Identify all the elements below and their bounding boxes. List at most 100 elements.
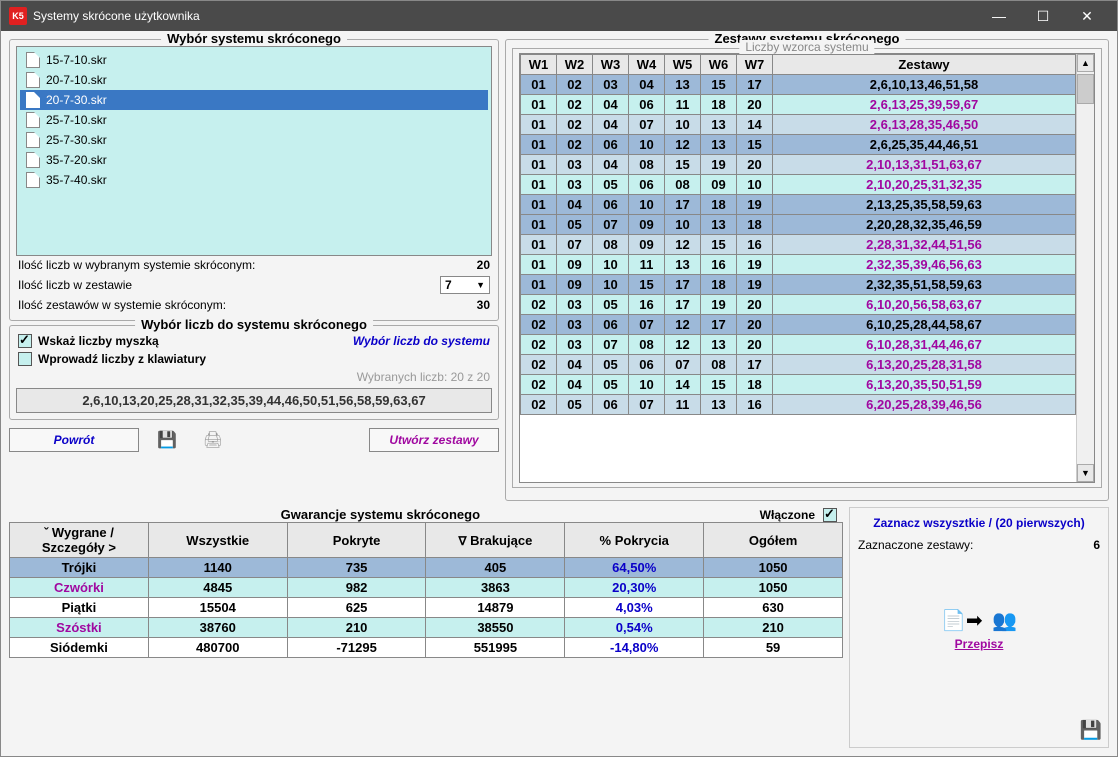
table-row[interactable]: 010203041315172,6,10,13,46,51,58	[521, 75, 1076, 95]
sets-header[interactable]: W2	[557, 55, 593, 75]
w-cell: 18	[737, 215, 773, 235]
count-per-set-select[interactable]: 7▼	[440, 276, 490, 294]
table-row[interactable]: 010708091215162,28,31,32,44,51,56	[521, 235, 1076, 255]
count-per-set-label: Ilość liczb w zestawie	[18, 278, 440, 292]
sets-header[interactable]: W6	[701, 55, 737, 75]
set-cell: 2,20,28,32,35,46,59	[773, 215, 1076, 235]
w-cell: 13	[701, 215, 737, 235]
rewrite-link[interactable]: Przepisz	[856, 637, 1102, 651]
guarantees-table[interactable]: ˇ Wygrane / Szczegóły >WszystkiePokryte∇…	[9, 522, 843, 658]
table-row[interactable]: 020305161719206,10,20,56,58,63,67	[521, 295, 1076, 315]
table-row[interactable]: 010406101718192,13,25,35,58,59,63	[521, 195, 1076, 215]
sets-header[interactable]: W4	[629, 55, 665, 75]
maximize-button[interactable]: ☐	[1021, 1, 1065, 31]
scroll-down-button[interactable]: ▼	[1077, 464, 1094, 482]
guar-value: 480700	[148, 638, 287, 658]
table-row[interactable]: 010206101213152,6,25,35,44,46,51	[521, 135, 1076, 155]
file-item[interactable]: 15-7-10.skr	[20, 50, 488, 70]
w-cell: 01	[521, 135, 557, 155]
w-cell: 17	[701, 315, 737, 335]
close-button[interactable]: ✕	[1065, 1, 1109, 31]
w-cell: 18	[701, 275, 737, 295]
w-cell: 17	[665, 295, 701, 315]
w-cell: 10	[629, 375, 665, 395]
guar-header[interactable]: Ogółem	[704, 523, 843, 558]
w-cell: 20	[737, 315, 773, 335]
save-icon[interactable]: 💾	[149, 430, 185, 450]
guar-header[interactable]: ∇ Brakujące	[426, 523, 565, 558]
w-cell: 06	[629, 355, 665, 375]
table-row[interactable]: 010910111316192,32,35,39,46,56,63	[521, 255, 1076, 275]
filter-icon[interactable]: ∇	[459, 534, 467, 548]
sets-table[interactable]: W1W2W3W4W5W6W7Zestawy010203041315172,6,1…	[520, 54, 1076, 415]
table-row[interactable]: 020306071217206,10,25,28,44,58,67	[521, 315, 1076, 335]
table-row[interactable]: Piątki15504625148794,03%630	[10, 598, 843, 618]
sets-header[interactable]: Zestawy	[773, 55, 1076, 75]
pick-numbers-link[interactable]: Wybór liczb do systemu	[353, 334, 490, 348]
table-row[interactable]: Czwórki4845982386320,30%1050	[10, 578, 843, 598]
table-row[interactable]: Trójki114073540564,50%1050	[10, 558, 843, 578]
back-button[interactable]: Powrót	[9, 428, 139, 452]
system-select-legend: Wybór systemu skróconego	[161, 31, 347, 46]
table-row[interactable]: 010910151718192,32,35,51,58,59,63	[521, 275, 1076, 295]
file-item[interactable]: 35-7-40.skr	[20, 170, 488, 190]
sets-header[interactable]: W3	[593, 55, 629, 75]
guar-header[interactable]: % Pokrycia	[565, 523, 704, 558]
set-cell: 6,13,20,35,50,51,59	[773, 375, 1076, 395]
w-cell: 18	[701, 95, 737, 115]
guar-name: Czwórki	[10, 578, 149, 598]
set-cell: 2,6,25,35,44,46,51	[773, 135, 1076, 155]
w-cell: 04	[593, 115, 629, 135]
guar-value: 15504	[148, 598, 287, 618]
table-row[interactable]: 010507091013182,20,28,32,35,46,59	[521, 215, 1076, 235]
table-row[interactable]: 010304081519202,10,13,31,51,63,67	[521, 155, 1076, 175]
mark-all-link[interactable]: Zaznacz wszysztkie / (20 pierwszych)	[856, 514, 1102, 532]
set-cell: 2,32,35,39,46,56,63	[773, 255, 1076, 275]
w-cell: 01	[521, 235, 557, 255]
keyboard-pick-checkbox[interactable]	[18, 352, 32, 366]
file-item[interactable]: 25-7-30.skr	[20, 130, 488, 150]
w-cell: 10	[629, 135, 665, 155]
w-cell: 19	[737, 195, 773, 215]
table-row[interactable]: Szóstki38760210385500,54%210	[10, 618, 843, 638]
w-cell: 15	[665, 155, 701, 175]
export-icon[interactable]: 📄➡	[941, 610, 983, 632]
table-row[interactable]: 020405101415186,13,20,35,50,51,59	[521, 375, 1076, 395]
table-row[interactable]: Siódemki480700-71295551995-14,80%59	[10, 638, 843, 658]
w-cell: 02	[557, 135, 593, 155]
minimize-button[interactable]: —	[977, 1, 1021, 31]
file-item[interactable]: 20-7-10.skr	[20, 70, 488, 90]
file-item[interactable]: 35-7-20.skr	[20, 150, 488, 170]
scroll-up-button[interactable]: ▲	[1077, 54, 1094, 72]
w-cell: 19	[737, 275, 773, 295]
file-item[interactable]: 20-7-30.skr	[20, 90, 488, 110]
create-sets-button[interactable]: Utwórz zestawy	[369, 428, 499, 452]
table-row[interactable]: 010204061118202,6,13,25,39,59,67	[521, 95, 1076, 115]
guar-header[interactable]: Wszystkie	[148, 523, 287, 558]
pattern-subpanel: Liczby wzorca systemu W1W2W3W4W5W6W7Zest…	[512, 48, 1102, 488]
sets-header[interactable]: W5	[665, 55, 701, 75]
w-cell: 04	[557, 195, 593, 215]
users-icon[interactable]: 👥	[992, 610, 1017, 632]
enabled-checkbox[interactable]	[823, 508, 837, 522]
guar-value: 210	[704, 618, 843, 638]
sets-header[interactable]: W1	[521, 55, 557, 75]
print-icon[interactable]: 🖨	[195, 430, 231, 450]
table-row[interactable]: 010305060809102,10,20,25,31,32,35	[521, 175, 1076, 195]
guar-header[interactable]: Pokryte	[287, 523, 426, 558]
w-cell: 05	[557, 215, 593, 235]
guar-header[interactable]: ˇ Wygrane / Szczegóły >	[10, 523, 149, 558]
file-list[interactable]: 15-7-10.skr20-7-10.skr20-7-30.skr 25-7-10…	[16, 46, 492, 256]
sets-scrollbar[interactable]: ▲ ▼	[1076, 54, 1094, 482]
file-item[interactable]: 25-7-10.skr	[20, 110, 488, 130]
table-row[interactable]: 020307081213206,10,28,31,44,46,67	[521, 335, 1076, 355]
scroll-thumb[interactable]	[1077, 74, 1094, 104]
table-row[interactable]: 010204071013142,6,13,28,35,46,50	[521, 115, 1076, 135]
number-select-legend: Wybór liczb do systemu skróconego	[135, 317, 373, 332]
w-cell: 19	[701, 155, 737, 175]
file-name: 25-7-10.skr	[46, 113, 107, 127]
table-row[interactable]: 020405060708176,13,20,25,28,31,58	[521, 355, 1076, 375]
mouse-pick-checkbox[interactable]	[18, 334, 32, 348]
table-row[interactable]: 020506071113166,20,25,28,39,46,56	[521, 395, 1076, 415]
sets-header[interactable]: W7	[737, 55, 773, 75]
